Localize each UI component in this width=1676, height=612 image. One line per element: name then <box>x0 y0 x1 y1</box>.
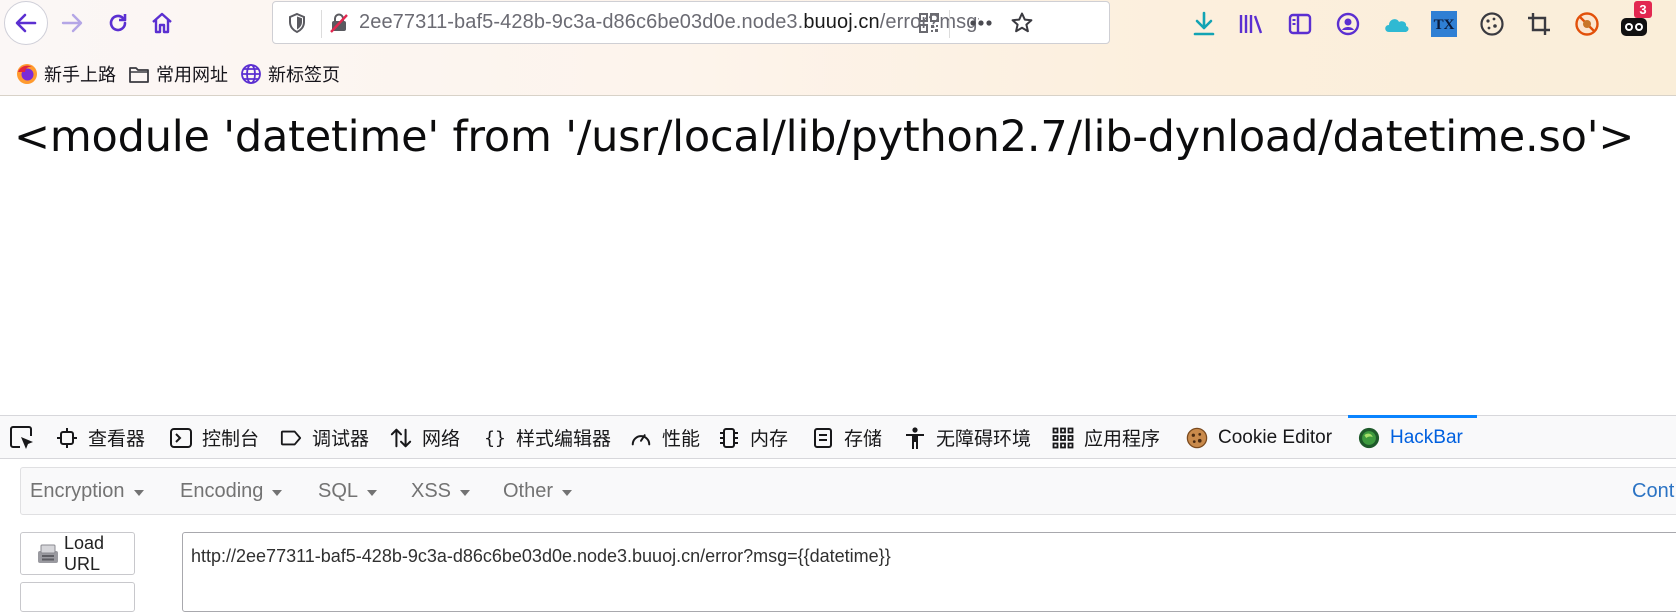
tab-performance[interactable]: 性能 <box>630 416 700 459</box>
caret-down-icon <box>460 490 471 496</box>
tab-cookie-editor[interactable]: Cookie Editor <box>1186 416 1332 459</box>
page-output-text: <module 'datetime' from '/usr/local/lib/… <box>14 112 1635 162</box>
tab-debugger[interactable]: 调试器 <box>280 416 369 459</box>
cookie-extension-icon[interactable] <box>1478 10 1506 38</box>
insecure-lock-icon[interactable] <box>325 9 353 37</box>
account-icon[interactable] <box>1334 10 1362 38</box>
extension-badge-count: 3 <box>1634 1 1652 18</box>
split-url-button[interactable] <box>20 582 135 612</box>
blocker-icon[interactable] <box>1573 10 1601 38</box>
home-button[interactable] <box>140 1 184 45</box>
tab-storage[interactable]: 存储 <box>812 416 882 459</box>
contribute-link[interactable]: Cont <box>1632 480 1674 503</box>
tab-memory[interactable]: 内存 <box>718 416 788 459</box>
inspector-icon <box>56 427 78 449</box>
bookmark-item-0[interactable]: 新手上路 <box>16 61 116 87</box>
shield-icon[interactable] <box>283 9 311 37</box>
bookmark-label: 新手上路 <box>44 65 116 85</box>
reload-button[interactable] <box>96 1 140 45</box>
download-icon[interactable] <box>1190 10 1218 38</box>
memory-icon <box>718 427 740 449</box>
style-editor-icon: {} <box>484 427 506 449</box>
bookmark-item-1[interactable]: 常用网址 <box>128 61 228 87</box>
load-url-icon <box>35 542 61 566</box>
forward-button[interactable] <box>50 1 94 45</box>
tab-inspector[interactable]: 查看器 <box>56 416 145 459</box>
url-text[interactable]: 2ee77311-baf5-428b-9c3a-d86c6be03d0e.nod… <box>359 11 979 37</box>
folder-icon <box>128 63 150 85</box>
forward-arrow-icon <box>61 13 83 33</box>
application-icon <box>1052 427 1074 449</box>
devtools-tab-bar: 查看器 控制台 调试器 网络 {} 样式编辑器 性能 内存 存储 无障碍环境 应… <box>0 415 1676 459</box>
caret-down-icon <box>272 490 283 496</box>
menu-sql[interactable]: SQL <box>318 480 378 503</box>
caret-down-icon <box>133 490 144 496</box>
storage-icon <box>812 427 834 449</box>
tab-console[interactable]: 控制台 <box>170 416 259 459</box>
hackbar-menu-bar: Encryption Encoding SQL XSS Other <box>20 467 1676 515</box>
crop-icon[interactable] <box>1525 10 1553 38</box>
more-actions-icon[interactable] <box>967 9 995 37</box>
sidebar-icon[interactable] <box>1286 10 1314 38</box>
network-icon <box>390 427 412 449</box>
globe-icon <box>240 63 262 85</box>
caret-down-icon <box>562 490 573 496</box>
tab-accessibility[interactable]: 无障碍环境 <box>904 416 1031 459</box>
bookmarks-bar: 新手上路 常用网址 新标签页 <box>0 56 900 92</box>
bookmark-item-2[interactable]: 新标签页 <box>240 61 340 87</box>
firefox-icon <box>16 63 38 85</box>
browser-toolbar: 2ee77311-baf5-428b-9c3a-d86c6be03d0e.nod… <box>0 0 1676 96</box>
cookie-icon <box>1186 427 1208 449</box>
qr-code-icon[interactable] <box>915 9 943 37</box>
debugger-icon <box>280 427 302 449</box>
element-picker-icon[interactable] <box>8 424 36 452</box>
menu-encoding[interactable]: Encoding <box>180 480 283 503</box>
tab-network[interactable]: 网络 <box>390 416 460 459</box>
bookmark-label: 新标签页 <box>268 65 340 85</box>
performance-icon <box>630 427 652 449</box>
bookmark-star-icon[interactable] <box>1008 9 1036 37</box>
tx-extension-icon[interactable]: TX <box>1430 10 1458 38</box>
url-input[interactable]: http://2ee77311-baf5-428b-9c3a-d86c6be03… <box>182 532 1676 612</box>
menu-encryption[interactable]: Encryption <box>30 480 144 503</box>
caret-down-icon <box>367 490 378 496</box>
svg-text:{}: {} <box>484 428 506 449</box>
cloud-icon[interactable] <box>1382 10 1410 38</box>
home-icon <box>152 12 172 34</box>
back-button[interactable] <box>4 1 48 45</box>
tab-style-editor[interactable]: {} 样式编辑器 <box>484 416 611 459</box>
load-url-button[interactable]: Load URL <box>20 532 135 575</box>
tab-hackbar[interactable]: HackBar <box>1348 415 1477 459</box>
bookmark-label: 常用网址 <box>156 65 228 85</box>
library-icon[interactable] <box>1237 10 1265 38</box>
back-arrow-icon <box>15 13 37 33</box>
menu-xss[interactable]: XSS <box>411 480 471 503</box>
url-bar[interactable]: 2ee77311-baf5-428b-9c3a-d86c6be03d0e.nod… <box>272 1 1110 44</box>
menu-other[interactable]: Other <box>503 480 573 503</box>
reload-icon <box>109 14 127 32</box>
hackbar-icon <box>1358 427 1380 449</box>
accessibility-icon <box>904 426 926 449</box>
tab-application[interactable]: 应用程序 <box>1052 416 1160 459</box>
svg-text:TX: TX <box>1434 17 1455 33</box>
console-icon <box>170 427 192 449</box>
